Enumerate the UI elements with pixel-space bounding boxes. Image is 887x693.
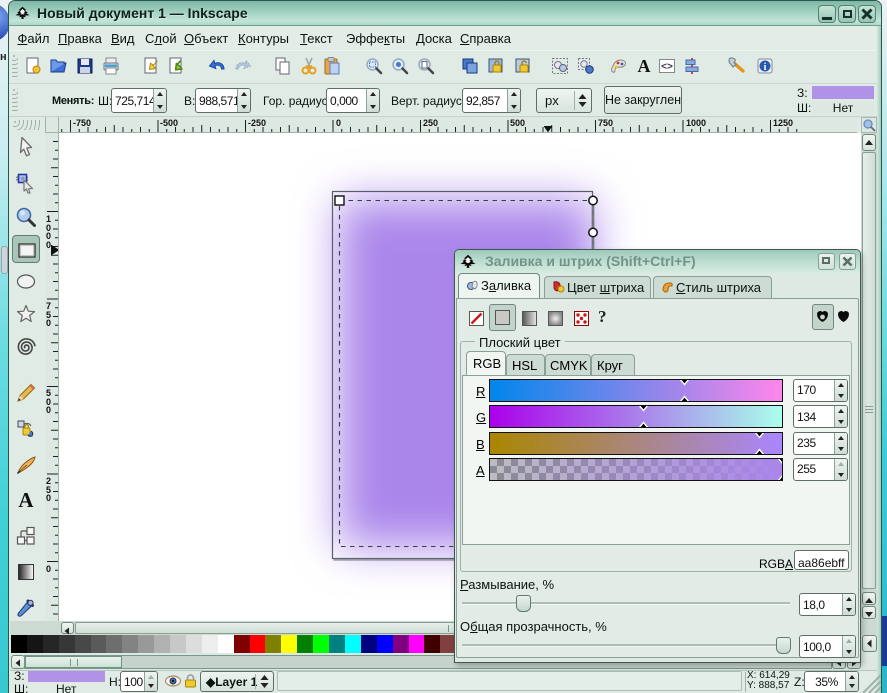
svg-text:A: A <box>638 56 651 76</box>
svg-text:i: i <box>764 62 767 73</box>
svg-text:A: A <box>18 488 34 512</box>
svg-text:<>: <> <box>661 62 673 73</box>
